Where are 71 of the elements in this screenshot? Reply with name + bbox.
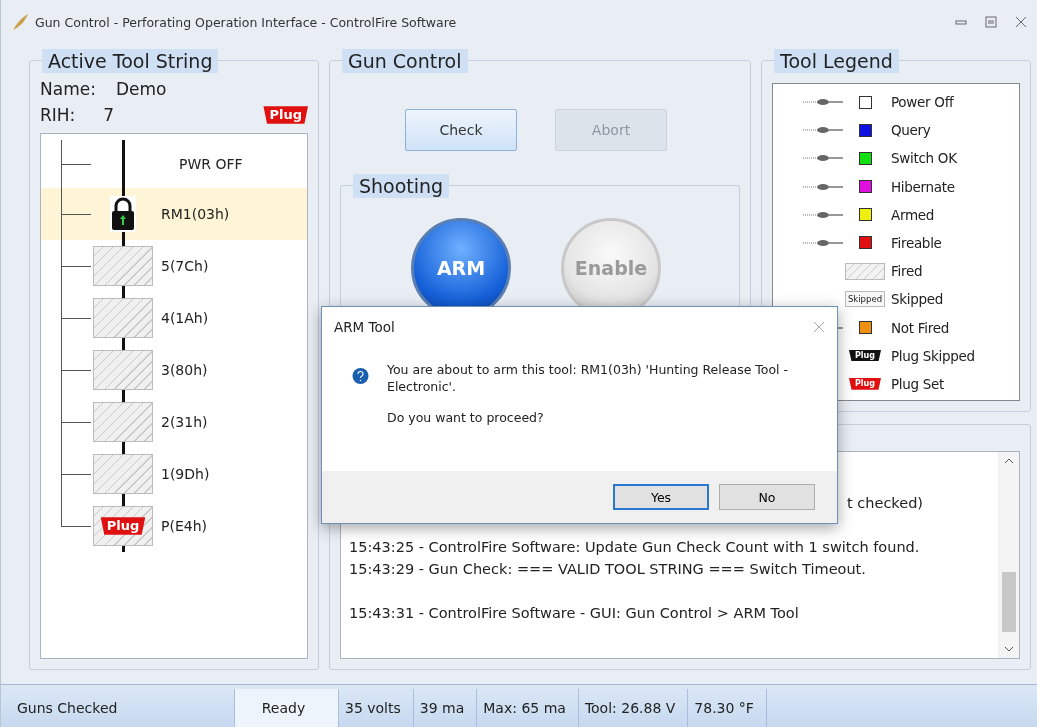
legend-label: Power Off xyxy=(890,94,954,110)
legend-label: Not Fired xyxy=(890,319,949,336)
plug-badge: Plug xyxy=(263,106,308,124)
rih-value: 7 xyxy=(102,105,116,125)
fired-node xyxy=(845,262,885,280)
feather-icon xyxy=(11,13,29,31)
legend-label: Fired xyxy=(890,263,923,280)
status-cell: 35 volts xyxy=(339,689,414,727)
close-icon[interactable] xyxy=(813,321,825,333)
status-cell: Max: 65 ma xyxy=(477,689,579,727)
fired-node xyxy=(93,402,153,442)
dialog-question: Do you want to proceed? xyxy=(387,409,545,427)
panel-title: Gun Control xyxy=(342,49,468,73)
legend-label: Armed xyxy=(890,206,935,223)
node-label: PWR OFF xyxy=(178,156,244,172)
node-label[interactable]: 1(9Dh) xyxy=(155,466,307,482)
legend-label: Switch OK xyxy=(890,150,957,167)
scroll-thumb[interactable] xyxy=(1002,572,1016,632)
scroll-down-icon[interactable] xyxy=(1004,646,1014,652)
rih-label: RIH: xyxy=(40,105,76,125)
skipped-node: Skipped xyxy=(844,291,886,308)
legend-label: Query xyxy=(890,122,931,139)
panel-title: Tool Legend xyxy=(774,49,899,73)
connector-icon xyxy=(803,209,843,220)
fired-node xyxy=(93,350,153,390)
name-label: Name: xyxy=(40,79,96,99)
node-label[interactable]: 3(80h) xyxy=(155,362,307,378)
log-line: 15:43:29 - Gun Check: === VALID TOOL STRING === Switch Timeout. xyxy=(349,560,866,579)
log-line: t checked) xyxy=(847,494,923,513)
scrollbar[interactable] xyxy=(998,452,1019,658)
node-label[interactable]: 4(1Ah) xyxy=(155,310,307,326)
legend-label: Plug Set xyxy=(890,375,945,392)
connector-icon xyxy=(803,237,843,248)
dialog-title: ARM Tool xyxy=(334,319,395,335)
status-cell: 39 ma xyxy=(413,689,478,727)
command-button[interactable]: Check xyxy=(405,109,517,151)
name-value: Demo xyxy=(115,79,167,99)
fired-node xyxy=(93,298,153,338)
connector-icon xyxy=(803,125,843,136)
status-cell: Tool: 26.88 V xyxy=(578,689,689,727)
node-label[interactable]: RM1(03h) xyxy=(155,206,307,222)
connector-icon xyxy=(803,181,843,192)
panel-title: Active Tool String xyxy=(42,49,219,73)
selected-row[interactable]: RM1(03h) xyxy=(41,188,307,240)
log-line: 15:43:25 - ControlFire Software: Update Gun Check Count with 1 switch found. xyxy=(349,538,920,557)
log-line: 15:43:31 - ControlFire Software - GUI: Gun Control > ARM Tool xyxy=(349,604,799,623)
fired-node xyxy=(93,246,153,286)
padlock-icon xyxy=(110,196,136,232)
close-icon[interactable] xyxy=(1015,16,1027,28)
status-cell: Ready xyxy=(235,689,339,727)
window-title: Gun Control - Perforating Operation Interface - ControlFire Software xyxy=(35,14,458,30)
node-label[interactable]: 5(7Ch) xyxy=(155,258,307,274)
plug-badge: Plug xyxy=(849,378,881,390)
scroll-up-icon[interactable] xyxy=(1004,458,1014,464)
node-label[interactable]: P(E4h) xyxy=(155,518,307,534)
plug-badge: Plug xyxy=(849,349,881,362)
plug-badge: Plug xyxy=(100,517,146,535)
legend-label: Hibernate xyxy=(890,178,955,195)
dialog-button[interactable]: No xyxy=(719,484,815,510)
dialog-message: You are about to arm this tool: RM1(03h) 'Hunting Release Tool - Electronic'. xyxy=(387,362,790,396)
fired-node xyxy=(93,454,153,494)
dialog-button[interactable]: Yes xyxy=(613,484,709,510)
connector-icon xyxy=(803,97,843,107)
connector-icon xyxy=(803,153,843,164)
legend-label: Skipped xyxy=(890,291,944,308)
panel-title: Shooting xyxy=(353,174,450,198)
node-label[interactable]: 2(31h) xyxy=(155,414,307,430)
legend-label: Plug Skipped xyxy=(890,347,975,364)
restore-icon[interactable] xyxy=(985,16,997,28)
legend-label: Fireable xyxy=(890,234,942,251)
status-cell: 78.30 °F xyxy=(688,689,767,727)
